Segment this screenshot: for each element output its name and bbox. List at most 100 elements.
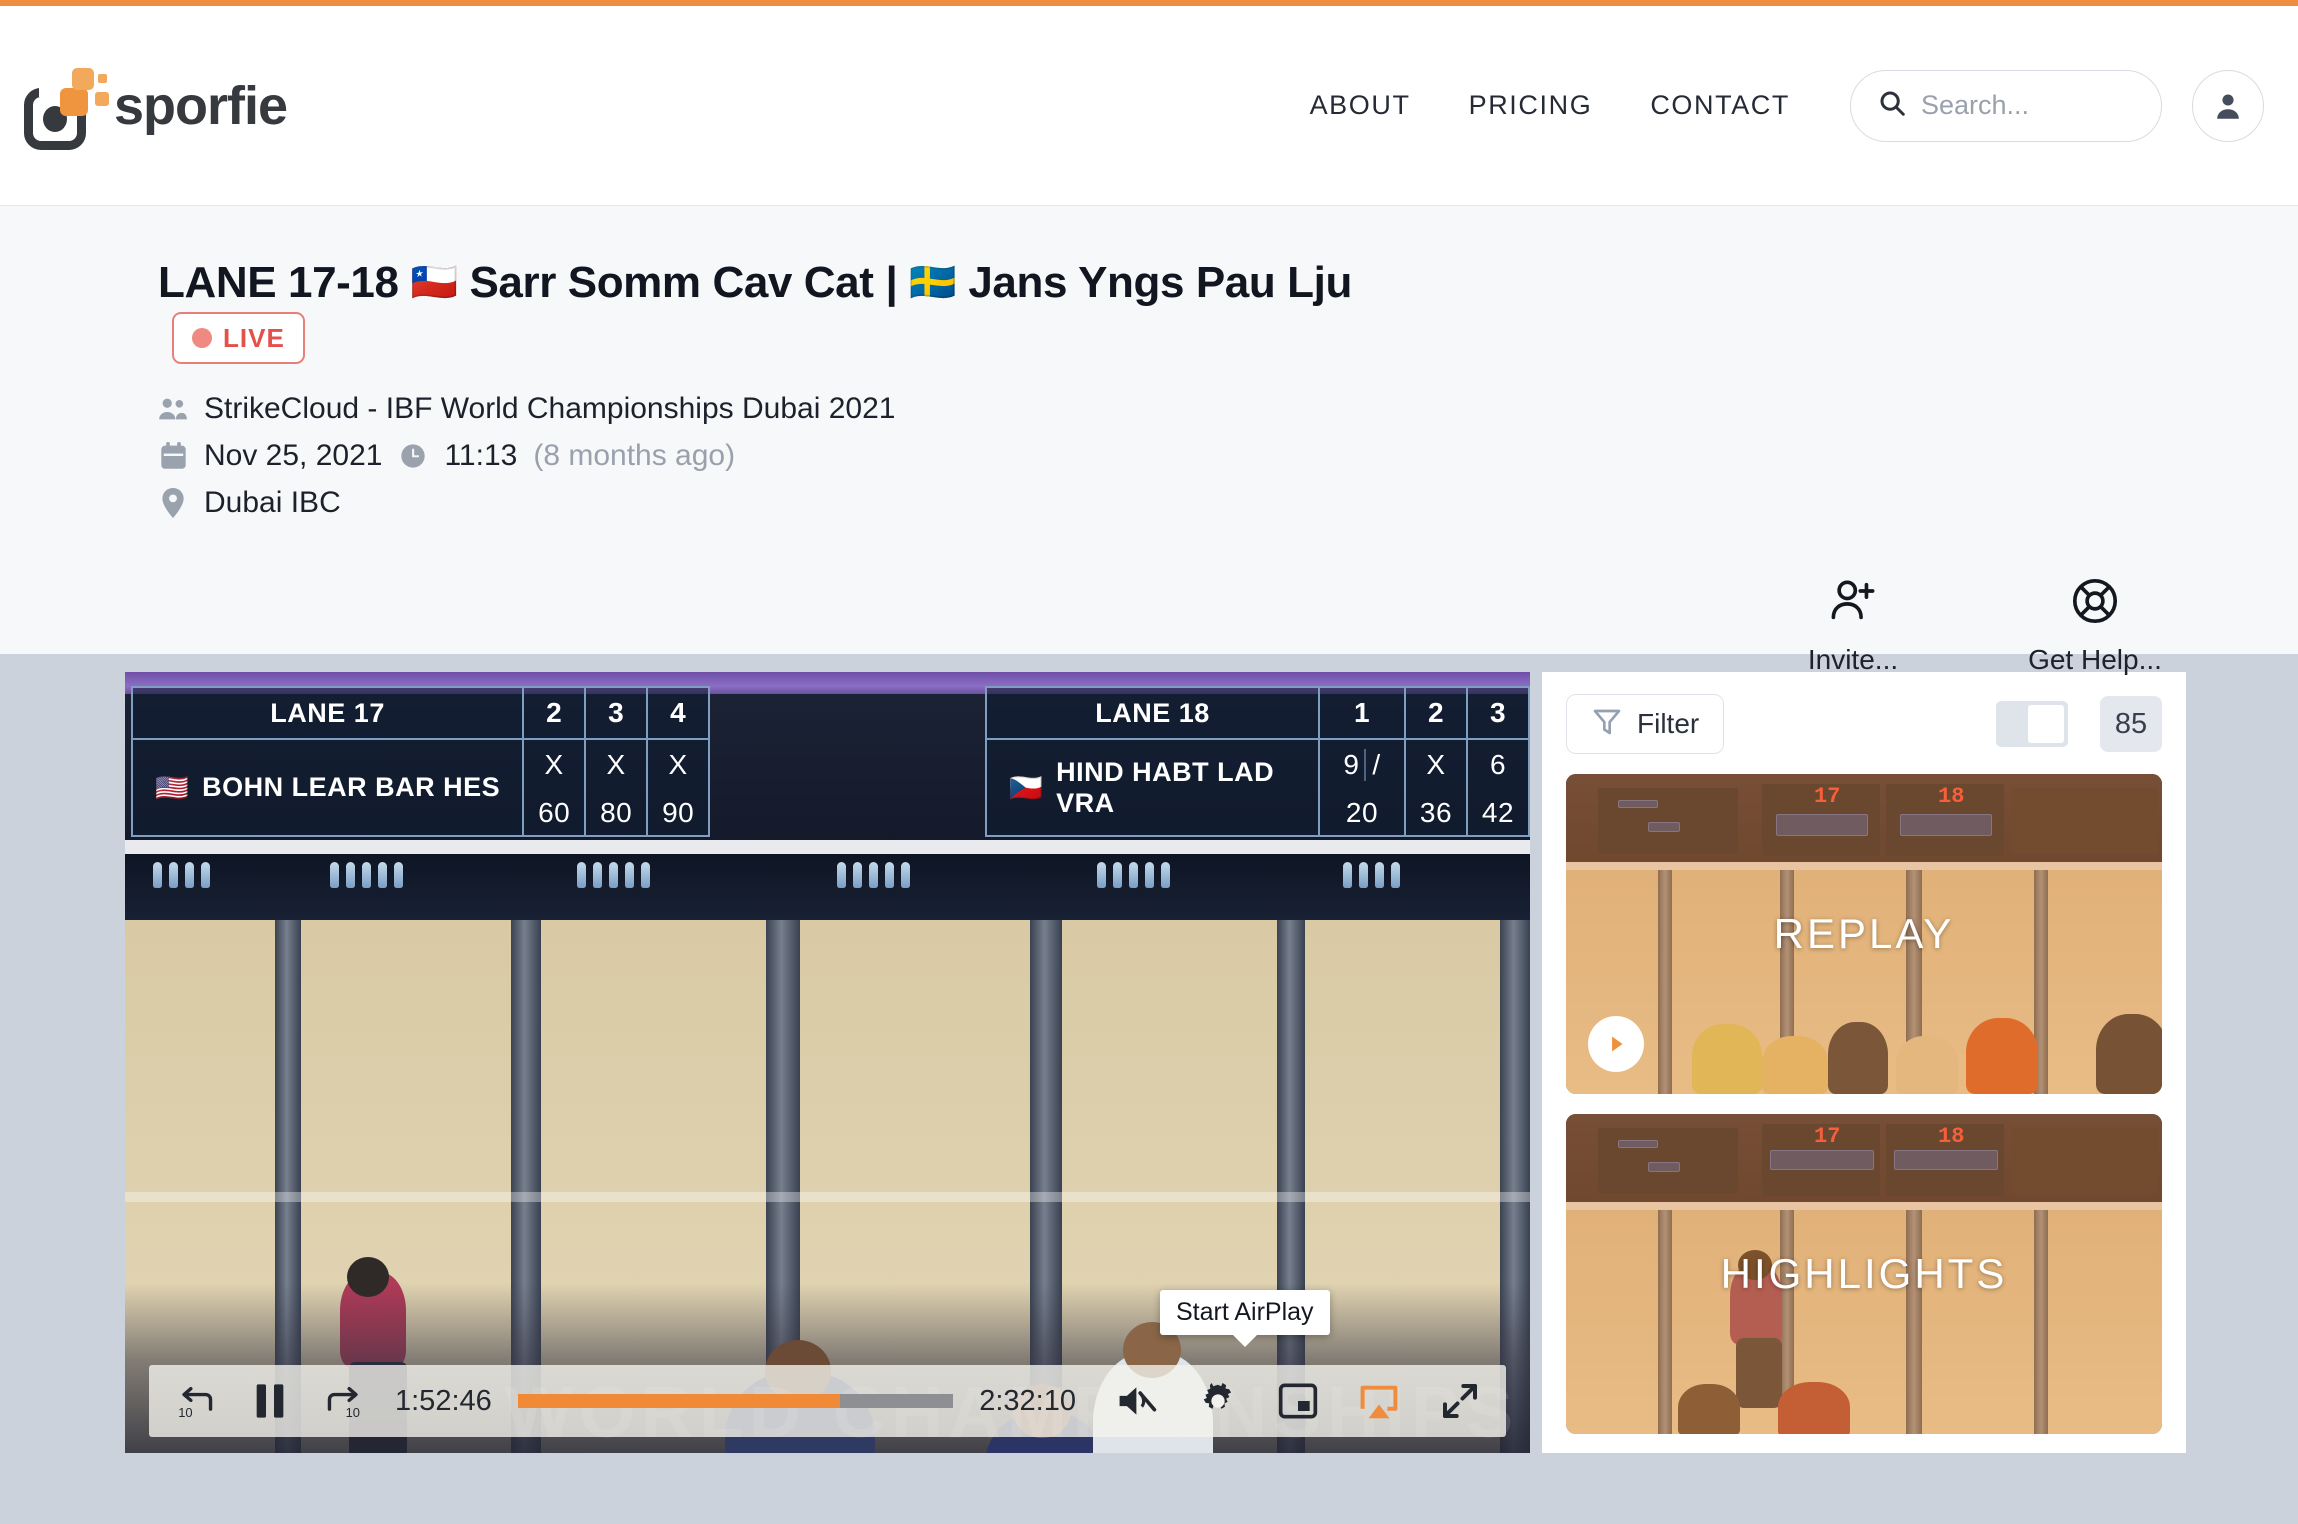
scoreboard-lane-17: LANE 17 🇺🇸 BOHN LEAR BAR HES 2 X 60 3 X … bbox=[131, 686, 711, 837]
frame-number: 2 bbox=[1406, 688, 1466, 740]
nav-item-contact[interactable]: CONTACT bbox=[1621, 90, 1819, 121]
live-dot-icon bbox=[192, 328, 212, 349]
video-player[interactable]: WORLD CHAMPIONSHIPS LANE 17 🇺🇸 BOHN LEAR… bbox=[125, 672, 1530, 1453]
search-input[interactable] bbox=[1921, 90, 2135, 121]
clips-panel-header: Filter 85 bbox=[1566, 694, 2162, 754]
clock-icon bbox=[398, 441, 428, 471]
account-button[interactable] bbox=[2192, 69, 2264, 142]
get-help-label: Get Help... bbox=[2028, 644, 2162, 675]
frame-score: 90 bbox=[662, 796, 695, 828]
meta-location-row: Dubai IBC bbox=[158, 486, 2246, 520]
mute-button[interactable] bbox=[1116, 1382, 1158, 1420]
video-play-icon bbox=[2068, 712, 2088, 737]
clips-panel-controls: 85 bbox=[1996, 696, 2162, 752]
forward-10-button[interactable]: 10 bbox=[323, 1380, 365, 1422]
clip-card-replay[interactable]: 17 18 REPLAY bbox=[1566, 774, 2162, 1094]
status-badge-live[interactable]: LIVE bbox=[172, 312, 305, 365]
people-icon bbox=[158, 394, 188, 424]
frame-ball: / bbox=[1364, 749, 1380, 781]
lane-17-players: 🇺🇸 BOHN LEAR BAR HES bbox=[133, 740, 522, 835]
calendar-icon bbox=[158, 441, 188, 471]
main-navigation: ABOUT PRICING CONTACT bbox=[1281, 69, 2264, 142]
flag-czech-icon: 🇨🇿 bbox=[1009, 772, 1044, 803]
scoreboard-left-names: LANE 17 🇺🇸 BOHN LEAR BAR HES bbox=[133, 688, 523, 835]
meta-relative-time: (8 months ago) bbox=[533, 439, 736, 473]
meta-date: Nov 25, 2021 bbox=[204, 439, 383, 473]
lane-18-players: 🇨🇿 HIND HABT LAD VRA bbox=[987, 740, 1318, 835]
frame-number: 2 bbox=[524, 688, 585, 740]
scoreboard-lane-18: LANE 18 🇨🇿 HIND HABT LAD VRA 1 9 / 20 2 bbox=[985, 686, 1530, 837]
filter-label: Filter bbox=[1637, 708, 1700, 739]
lane-18-frame: 3 6 42 bbox=[1466, 688, 1528, 835]
flag-chile-icon: 🇨🇱 bbox=[410, 261, 458, 304]
hero-action-buttons: Invite... Get Help... bbox=[1778, 576, 2170, 676]
title-team-left: Sarr Somm Cav Cat bbox=[469, 258, 874, 307]
frame-ball: X bbox=[544, 749, 564, 780]
svg-text:10: 10 bbox=[346, 1405, 360, 1420]
frame-ball: 6 bbox=[1489, 749, 1507, 780]
duration: 2:32:10 bbox=[979, 1384, 1076, 1417]
get-help-button[interactable]: Get Help... bbox=[2020, 576, 2170, 676]
user-avatar-icon bbox=[2217, 93, 2239, 119]
rewind-10-button[interactable]: 10 bbox=[175, 1380, 217, 1422]
search-box[interactable] bbox=[1850, 69, 2162, 142]
clip-card-highlights[interactable]: 17 18 HIGHLIGHTS bbox=[1566, 1114, 2162, 1434]
pause-button[interactable] bbox=[251, 1381, 289, 1421]
flag-usa-icon: 🇺🇸 bbox=[155, 772, 190, 803]
lane-17-frame: 2 X 60 bbox=[522, 688, 585, 835]
filter-button[interactable]: Filter bbox=[1566, 694, 1725, 754]
flag-sweden-icon: 🇸🇪 bbox=[909, 261, 957, 304]
progress-fill bbox=[517, 1394, 840, 1408]
main-content: WORLD CHAMPIONSHIPS LANE 17 🇺🇸 BOHN LEAR… bbox=[0, 654, 2298, 1453]
frame-ball: 9 bbox=[1343, 749, 1360, 780]
lane-18-frame: 2 X 36 bbox=[1404, 688, 1466, 835]
meta-time: 11:13 bbox=[444, 439, 518, 473]
scoreboard-right-names: LANE 18 🇨🇿 HIND HABT LAD VRA bbox=[987, 688, 1318, 835]
meta-location: Dubai IBC bbox=[204, 486, 341, 520]
brand-logo[interactable]: sporfie bbox=[16, 62, 288, 150]
frame-ball: X bbox=[606, 749, 626, 780]
airplay-button[interactable] bbox=[1358, 1382, 1400, 1420]
frame-number: 3 bbox=[1468, 688, 1528, 740]
settings-button[interactable] bbox=[1198, 1381, 1238, 1421]
sporfie-camera-icon bbox=[16, 62, 109, 150]
frame-number: 1 bbox=[1320, 688, 1404, 740]
lane-18-frames: 1 9 / 20 2 X 36 3 6 42 bbox=[1318, 688, 1528, 835]
clip-play-button[interactable] bbox=[1588, 1016, 1644, 1072]
frame-score: 20 bbox=[1345, 796, 1379, 828]
meta-organizer: StrikeCloud - IBF World Championships Du… bbox=[204, 392, 896, 426]
event-metadata: StrikeCloud - IBF World Championships Du… bbox=[158, 392, 2246, 520]
fullscreen-button[interactable] bbox=[1440, 1381, 1480, 1421]
lane-17-frame: 4 X 90 bbox=[646, 688, 709, 835]
player-controls: 10 10 1:52:46 2:32:10 bbox=[149, 1365, 1506, 1437]
nav-item-about[interactable]: ABOUT bbox=[1281, 90, 1440, 121]
lane-18-label: LANE 18 bbox=[987, 688, 1318, 740]
title-separator: | bbox=[885, 258, 898, 307]
location-pin-icon bbox=[158, 488, 188, 519]
lane-17-frames: 2 X 60 3 X 80 4 X 90 bbox=[522, 688, 709, 835]
frame-score: 60 bbox=[538, 796, 571, 828]
title-lane: LANE 17-18 bbox=[158, 258, 399, 307]
frame-ball: X bbox=[668, 749, 688, 780]
lane-17-frame: 3 X 80 bbox=[584, 688, 647, 835]
nav-item-pricing[interactable]: PRICING bbox=[1440, 90, 1622, 121]
lifebuoy-icon bbox=[2070, 576, 2120, 631]
progress-bar[interactable] bbox=[517, 1394, 954, 1408]
invite-button[interactable]: Invite... bbox=[1778, 576, 1928, 676]
user-plus-icon bbox=[1828, 576, 1878, 631]
current-time: 1:52:46 bbox=[395, 1384, 492, 1417]
frame-score: 42 bbox=[1481, 796, 1515, 828]
invite-label: Invite... bbox=[1807, 644, 1899, 675]
clips-panel: Filter 85 17 18 REPLAY 17 18 HIGHLIGHTS bbox=[1542, 672, 2186, 1453]
live-label: LIVE bbox=[223, 323, 285, 354]
svg-text:10: 10 bbox=[178, 1405, 192, 1420]
title-team-right: Jans Yngs Pau Lju bbox=[968, 258, 1352, 307]
view-toggle[interactable] bbox=[1996, 701, 2088, 747]
airplay-tooltip: Start AirPlay bbox=[1160, 1290, 1330, 1335]
picture-in-picture-button[interactable] bbox=[1278, 1382, 1318, 1420]
clip-count-badge[interactable]: 85 bbox=[2100, 696, 2162, 752]
clip-label-highlights: HIGHLIGHTS bbox=[1720, 1250, 2008, 1297]
page-title: LANE 17-18 🇨🇱 Sarr Somm Cav Cat | 🇸🇪 Jan… bbox=[158, 254, 1488, 365]
frame-ball: X bbox=[1426, 749, 1446, 780]
lane-17-player-names: BOHN LEAR BAR HES bbox=[202, 772, 501, 802]
